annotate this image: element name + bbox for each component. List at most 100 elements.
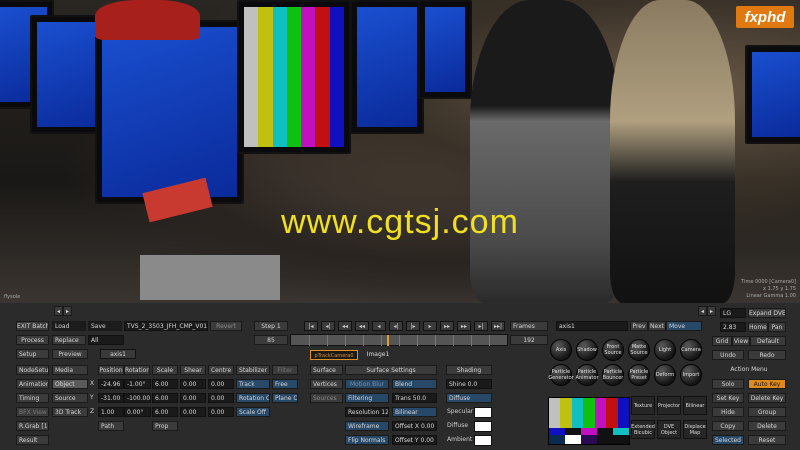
scroll-right-icon[interactable]: ▸ (707, 306, 716, 316)
axis-option-button[interactable]: Plane Off (272, 393, 298, 403)
axis-value-field[interactable]: -31.00 (98, 393, 124, 403)
node-projector-button[interactable]: Projector (657, 396, 681, 415)
resolution-field[interactable]: Resolution 12 (345, 407, 389, 417)
diffuse-toggle[interactable]: Diffuse (446, 393, 492, 403)
level-field[interactable]: LG (720, 308, 746, 318)
left-menu-item[interactable]: R.Grab [1] (16, 421, 49, 431)
node-axis-button[interactable]: Axis (550, 339, 572, 361)
node-import-button[interactable]: Import (680, 364, 702, 386)
node-front-source-button[interactable]: Front Source (602, 339, 624, 361)
timeline-scrubber[interactable] (290, 334, 508, 346)
path-button[interactable]: Path (98, 421, 124, 431)
node-particle-bouncer-button[interactable]: Particle Bouncer (602, 364, 624, 386)
node-dve-object-button[interactable]: DVE Object (657, 420, 681, 439)
node-displace-map-button[interactable]: Displace Map (683, 420, 707, 439)
selected-dropdown[interactable]: Selected (712, 435, 744, 445)
tab-image1[interactable]: Image1 (360, 350, 396, 360)
auto-key-button[interactable]: Auto Key (748, 379, 786, 389)
home-button[interactable]: Home (748, 322, 768, 332)
left-menu2-item[interactable]: Media (52, 365, 88, 375)
axis-value-field[interactable]: 0.00 (180, 407, 206, 417)
clip-name-field[interactable]: TVS_2_3503_JFH_CMP_V010 (124, 321, 208, 331)
shine-field[interactable]: Shine 0.0 (446, 379, 492, 389)
axis-option-button[interactable]: Rotation Off (236, 393, 270, 403)
scroll-left-icon[interactable]: ◂ (698, 306, 707, 316)
node-bilinear-button[interactable]: Bilinear (683, 396, 707, 415)
diffuse-swatch[interactable] (474, 421, 492, 432)
axis-header-stabilizer[interactable]: Stabilizer (236, 365, 270, 375)
axis-header-centre[interactable]: Centre (208, 365, 234, 375)
expand-dve-button[interactable]: Expand DVE (748, 308, 786, 318)
axis-value-field[interactable]: 0.00 (208, 379, 234, 389)
scroll-right-icon[interactable]: ▸ (63, 306, 72, 316)
axis-value-field[interactable]: -24.96 (98, 379, 124, 389)
frame-start-field[interactable]: 85 (254, 335, 288, 345)
rewind-icon[interactable]: ◂◂ (338, 321, 352, 331)
undo-button[interactable]: Undo (712, 350, 744, 360)
node-particle-preset-button[interactable]: Particle Preset (628, 364, 650, 386)
prev-button[interactable]: Prev (630, 321, 648, 331)
axis-value-field[interactable]: 1.00 (98, 407, 124, 417)
step-field[interactable]: Step 1 (254, 321, 288, 331)
node-name-field[interactable]: axis1 (556, 321, 628, 331)
sources-button[interactable]: Sources (310, 393, 343, 403)
shading-button[interactable]: Shading (446, 365, 492, 375)
axis-header-rotation[interactable]: Rotation (124, 365, 150, 375)
axis-value-field[interactable]: 0.00° (124, 407, 151, 417)
left-menu2-item[interactable]: Object (52, 379, 88, 389)
motion-blur-button[interactable]: Motion Blur (345, 379, 389, 389)
replace-button[interactable]: Replace (52, 335, 86, 345)
left-menu-item[interactable]: Animation (16, 379, 49, 389)
left-menu-item[interactable]: BFX View (16, 407, 49, 417)
left-menu-item[interactable]: Timing (16, 393, 49, 403)
setup-dropdown[interactable]: Setup (16, 349, 49, 359)
axis-header-scale[interactable]: Scale (152, 365, 178, 375)
axis-header-filter[interactable]: Filter (272, 365, 298, 375)
hide-button[interactable]: Hide (712, 407, 744, 417)
axis-value-field[interactable]: 0.00 (180, 379, 206, 389)
axis-option-button[interactable]: Scale Off (236, 407, 270, 417)
solo-button[interactable]: Solo (712, 379, 744, 389)
axis-value-field[interactable]: 0.00 (180, 393, 206, 403)
default-button[interactable]: Default (750, 336, 786, 346)
goto-end-icon[interactable]: ▸▸| (491, 321, 505, 331)
offset-x-field[interactable]: Offset X 0.00 (392, 421, 437, 431)
preview-button[interactable]: Preview (52, 349, 88, 359)
playhead[interactable] (387, 335, 389, 346)
reset-button[interactable]: Reset (748, 435, 786, 445)
axis-value-field[interactable]: 6.00 (152, 407, 178, 417)
axis-value-field[interactable]: -1.00° (124, 379, 151, 389)
process-button[interactable]: Process (16, 335, 49, 345)
next-button[interactable]: Next (648, 321, 666, 331)
grid-dropdown[interactable]: Grid (712, 336, 732, 346)
node-camera-button[interactable]: Camera (680, 339, 702, 361)
offset-y-field[interactable]: Offset Y 0.00 (392, 435, 437, 445)
node-matte-source-button[interactable]: Matte Source (628, 339, 650, 361)
node-shadow-button[interactable]: Shadow (576, 339, 598, 361)
pan-button[interactable]: Pan (768, 322, 786, 332)
all-field[interactable]: All (88, 335, 124, 345)
move-dropdown[interactable]: Move (666, 321, 702, 331)
load-dropdown[interactable]: Load (52, 321, 86, 331)
play-reverse-icon[interactable]: ◂ (372, 321, 386, 331)
node-light-button[interactable]: Light (654, 339, 676, 361)
goto-start-icon[interactable]: |◂ (304, 321, 318, 331)
copy-button[interactable]: Copy (712, 421, 744, 431)
filtering-button[interactable]: Filtering (345, 393, 389, 403)
revert-button[interactable]: Revert (210, 321, 242, 331)
fast-forward-icon[interactable]: ▸▸ (440, 321, 454, 331)
axis-value-field[interactable]: -100.00° (124, 393, 151, 403)
left-menu-item[interactable]: NodeSetup (16, 365, 49, 375)
node-deform-button[interactable]: Deform (654, 364, 676, 386)
axis-value-field[interactable]: 6.00 (152, 393, 178, 403)
node-particle-animator-button[interactable]: Particle Animator (576, 364, 599, 386)
zoom-field[interactable]: 2.83 (720, 322, 746, 332)
step-back-icon[interactable]: ◂◂ (355, 321, 369, 331)
set-key-button[interactable]: Set Key (712, 393, 744, 403)
redo-button[interactable]: Redo (748, 350, 786, 360)
bilinear-dropdown[interactable]: Bilinear (392, 407, 437, 417)
node-particle-generator-button[interactable]: Particle Generator (548, 364, 574, 386)
tab-axis1[interactable]: axis1 (100, 349, 136, 359)
next-key-icon[interactable]: ▸| (474, 321, 488, 331)
left-menu-item[interactable]: Result (16, 435, 49, 445)
